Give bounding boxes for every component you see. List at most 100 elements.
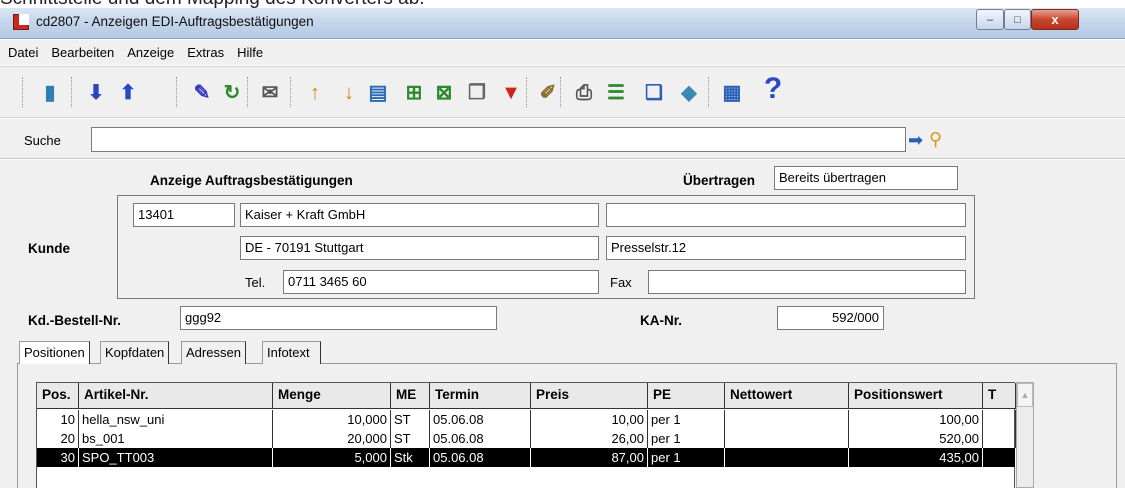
help-icon[interactable]: ? <box>759 74 787 104</box>
table-cell <box>725 429 849 448</box>
table-cell: SPO_TT003 <box>79 448 273 467</box>
table-cell: Stk <box>391 448 430 467</box>
sort-descending-icon[interactable]: ↓ <box>335 79 363 107</box>
table-cell: 26,00 <box>531 429 648 448</box>
column-header[interactable]: Preis <box>531 383 648 409</box>
toolbar-separator <box>290 77 292 107</box>
toolbar-separator <box>71 77 73 107</box>
toolbar-separator <box>176 77 178 107</box>
app-window: Schnittstelle und dem Mapping des Konver… <box>0 0 1125 488</box>
table-cell: 5,000 <box>273 448 391 467</box>
table-cell: 10,00 <box>531 410 648 429</box>
transfer-label: Übertragen <box>683 173 756 188</box>
table-cell: ST <box>391 410 430 429</box>
search-input[interactable] <box>91 127 906 152</box>
table-cell: bs_001 <box>79 429 273 448</box>
copy-icon[interactable]: ❐ <box>463 79 491 107</box>
table-row[interactable]: 30 SPO_TT003 5,000 Stk 05.06.08 87,00 per 1 435… <box>37 448 1017 467</box>
table-cell: per 1 <box>648 448 725 467</box>
table-cell: 05.06.08 <box>430 429 531 448</box>
exit-icon[interactable]: ▮ <box>36 79 64 107</box>
fax-label: Fax <box>610 275 632 290</box>
number-format-icon[interactable]: ▤ <box>364 79 392 107</box>
toolbar-separator <box>247 77 249 107</box>
table-cell: per 1 <box>648 429 725 448</box>
fax-field[interactable] <box>648 270 966 294</box>
export-icon[interactable]: ⊞ <box>400 79 428 107</box>
column-header[interactable]: Positionswert <box>849 383 983 409</box>
table-cell: 520,00 <box>849 429 983 448</box>
table-cell: ST <box>391 429 430 448</box>
magnifier-icon[interactable]: ⚲ <box>929 129 942 150</box>
tel-label: Tel. <box>245 275 266 290</box>
minimize-button[interactable]: – <box>976 9 1004 30</box>
kunde-label: Kunde <box>28 241 70 256</box>
table-row[interactable]: 20 bs_001 20,000 ST 05.06.08 26,00 per 1 520,00 <box>37 429 1017 448</box>
table-cell <box>725 448 849 467</box>
menu-extras[interactable]: Extras <box>187 45 224 60</box>
table-cell <box>983 448 1016 467</box>
street-field[interactable]: Presselstr.12 <box>606 236 966 260</box>
book-icon[interactable]: ◆ <box>675 79 703 107</box>
window-title: cd2807 - Anzeigen EDI-Auftragsbestätigun… <box>36 14 314 29</box>
toolbar-separator <box>22 77 24 107</box>
filter-icon[interactable]: ▼ <box>497 79 525 107</box>
city-field[interactable]: DE - 70191 Stuttgart <box>240 236 599 260</box>
menu-hilfe[interactable]: Hilfe <box>237 45 263 60</box>
customer-extra-field[interactable] <box>606 203 966 227</box>
table-cell: 10 <box>37 410 79 429</box>
tel-field[interactable]: 0711 3465 60 <box>283 270 599 294</box>
table-cell: 05.06.08 <box>430 410 531 429</box>
close-button[interactable]: x <box>1031 9 1079 30</box>
column-header[interactable]: Artikel-Nr. <box>79 383 273 409</box>
table-cell: 30 <box>37 448 79 467</box>
calendar-icon[interactable]: ▦ <box>718 79 746 107</box>
table-row[interactable]: 10 hella_nsw_uni 10,000 ST 05.06.08 10,00 per … <box>37 410 1017 429</box>
column-header[interactable]: Termin <box>430 383 531 409</box>
menu-bearbeiten[interactable]: Bearbeiten <box>51 45 114 60</box>
edit-pencil-icon[interactable]: ✎ <box>188 79 216 107</box>
list-import-icon[interactable]: ☰ <box>602 79 630 107</box>
column-header[interactable]: T <box>983 383 1016 409</box>
tab-positionen[interactable]: Positionen <box>19 341 90 364</box>
tab-infotext[interactable]: Infotext <box>262 341 321 364</box>
customer-number-field[interactable]: 13401 <box>133 203 235 227</box>
column-header[interactable]: ME <box>391 383 430 409</box>
table-cell: 100,00 <box>849 410 983 429</box>
arrow-down-icon[interactable]: ⬇ <box>82 79 110 107</box>
scroll-up-icon[interactable]: ▲ <box>1017 383 1033 407</box>
search-label: Suche <box>24 133 61 148</box>
order-number-label: Kd.-Bestell-Nr. <box>28 313 122 328</box>
menu-bar: Datei Bearbeiten Anzeige Extras Hilfe <box>0 40 1125 65</box>
transfer-status-field[interactable]: Bereits übertragen <box>774 166 958 190</box>
menu-anzeige[interactable]: Anzeige <box>127 45 174 60</box>
app-icon <box>13 14 29 30</box>
maximize-button[interactable]: □ <box>1004 9 1031 30</box>
excel-icon[interactable]: ⊠ <box>430 79 458 107</box>
column-header[interactable]: PE <box>648 383 725 409</box>
order-number-field[interactable]: ggg92 <box>180 306 497 330</box>
table-cell <box>983 410 1016 429</box>
table-cell <box>983 429 1016 448</box>
tab-adressen[interactable]: Adressen <box>181 341 246 364</box>
windows-icon[interactable]: ❏ <box>640 79 668 107</box>
menu-datei[interactable]: Datei <box>8 45 38 60</box>
table-cell: 20 <box>37 429 79 448</box>
table-cell: 10,000 <box>273 410 391 429</box>
properties-icon[interactable]: ✐ <box>534 79 562 107</box>
column-header[interactable]: Pos. <box>37 383 79 409</box>
ka-number-field[interactable]: 592/000 <box>777 306 884 330</box>
arrow-right-icon[interactable]: ➡ <box>908 130 923 151</box>
customer-name-field[interactable]: Kaiser + Kraft GmbH <box>240 203 599 227</box>
table-cell: hella_nsw_uni <box>79 410 273 429</box>
mail-icon[interactable]: ✉ <box>256 79 284 107</box>
vertical-scrollbar[interactable]: ▲ <box>1016 382 1034 488</box>
toolbar-separator <box>526 77 528 107</box>
tab-kopfdaten[interactable]: Kopfdaten <box>100 341 170 364</box>
printer-icon[interactable]: ⎙ <box>570 79 598 107</box>
sort-ascending-icon[interactable]: ↑ <box>301 79 329 107</box>
arrow-up-icon[interactable]: ⬆ <box>114 79 142 107</box>
column-header[interactable]: Menge <box>273 383 391 409</box>
refresh-icon[interactable]: ↻ <box>218 79 246 107</box>
column-header[interactable]: Nettowert <box>725 383 849 409</box>
